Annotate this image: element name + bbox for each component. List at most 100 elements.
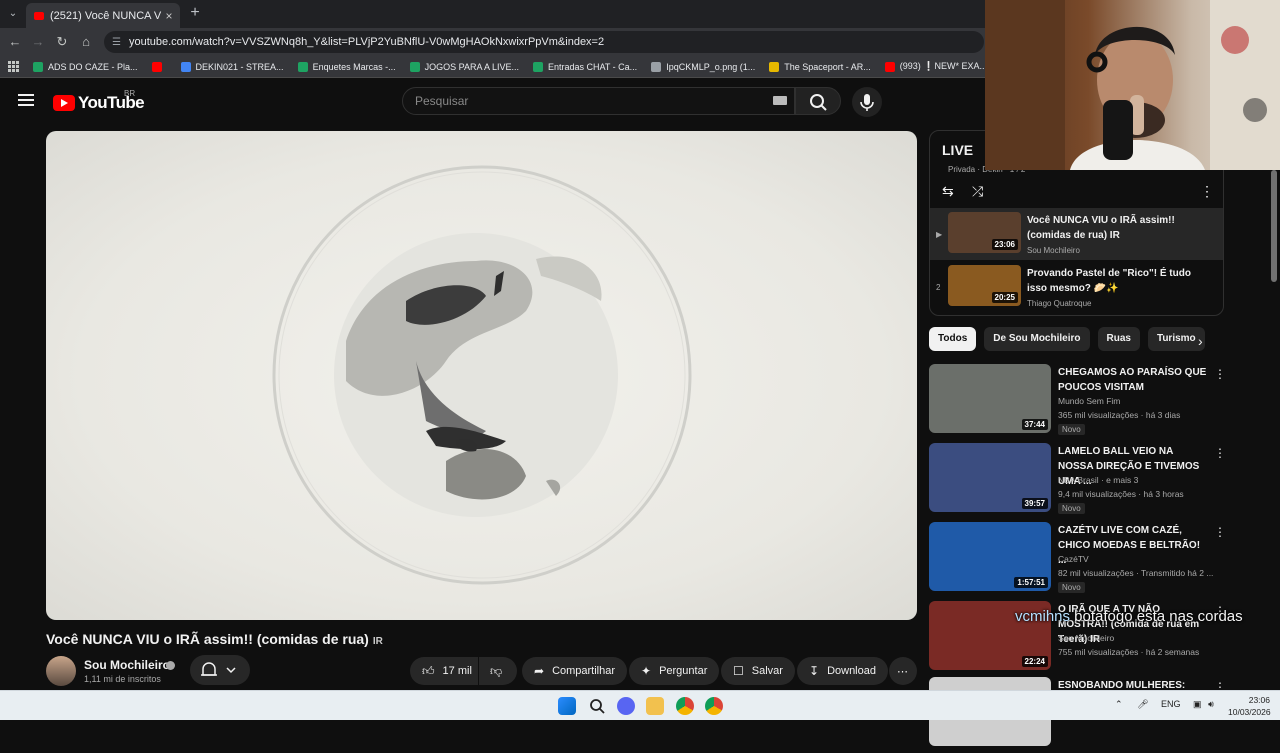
browser-tab-active[interactable]: (2521) Você NUNCA VIU o IRÃ assim!! (com… [26,3,180,28]
bookmark-item[interactable]: Enquetes Marcas -... [297,61,396,72]
system-clock[interactable]: 23:06 10/03/2026 [1228,694,1271,718]
filter-chip[interactable]: Turismo [1147,327,1205,351]
address-bar[interactable]: ☰ youtube.com/watch?v=VVSZWNq8h_Y&list=P… [104,31,984,53]
verified-icon [166,661,175,670]
apps-grid-icon[interactable] [8,60,19,73]
video-thumbnail[interactable]: 37:44 [929,364,1051,433]
recommended-channel[interactable]: Sou Mochileiro [1058,633,1114,643]
ask-button[interactable]: ✦ Perguntar [629,657,720,685]
new-tab-button[interactable]: + [186,4,204,22]
dislike-button[interactable]: 👎︎ [479,657,517,685]
file-explorer-icon[interactable] [646,697,664,715]
playlist-title[interactable]: LIVE [942,142,973,158]
loop-icon[interactable]: ⇆ [942,183,954,200]
channel-name[interactable]: Sou Mochileiro [84,658,170,672]
video-player[interactable] [46,131,917,620]
filter-chip[interactable]: Ruas [1097,327,1140,351]
close-tab-icon[interactable]: × [162,9,176,23]
recommended-channel[interactable]: CazéTV [1058,554,1089,564]
more-actions-button[interactable]: ⋯ [889,657,917,685]
recommended-title[interactable]: CHEGAMOS AO PARAÍSO QUE POUCOS VISITAM [1058,365,1208,395]
bookmark-item[interactable]: ADS DO CAZE - Pla... [33,61,138,72]
playlist-thumbnail[interactable]: 20:25 [948,265,1021,306]
share-label: Compartilhar [552,665,616,677]
channel-avatar[interactable] [46,656,76,686]
network-icon[interactable]: ▣ [1193,699,1202,709]
thumbs-down-icon: 👎︎ [490,663,503,678]
playlist-item-channel[interactable]: Thiago Quatroque [1027,299,1092,308]
page-scrollbar[interactable] [1271,170,1277,282]
site-info-icon[interactable]: ☰ [112,37,121,48]
recommended-channel[interactable]: NBA Brasil · e mais 3 [1058,475,1138,485]
youtube-favicon-icon [34,11,44,20]
more-vertical-icon[interactable]: ⋮ [1214,367,1226,381]
recommended-stats: 365 mil visualizações · há 3 dias [1058,410,1181,420]
chevron-right-icon[interactable]: › [1198,333,1203,349]
playlist-item-title[interactable]: Você NUNCA VIU o IRÃ assim!! (comidas de… [1027,213,1205,243]
search-input[interactable]: Pesquisar [402,87,795,115]
bookmark-label: (993) ❕NEW* EXA... [899,61,985,71]
bookmark-item[interactable]: Entradas CHAT - Ca... [532,61,638,72]
video-title-badge: IR [372,636,383,647]
shuffle-icon[interactable]: ⤮ [972,183,983,200]
share-icon: ➦ [534,664,545,678]
chevron-up-icon[interactable]: ⌃ [1115,699,1123,709]
recommended-channel[interactable]: Mundo Sem Fim [1058,396,1120,406]
playlist-item[interactable]: 2 20:25 Provando Pastel de "Rico"! É tudo … [930,261,1223,313]
save-button[interactable]: ☐ Salvar [721,657,795,685]
bookmark-label: ADS DO CAZE - Pla... [48,61,138,72]
subscription-bell-button[interactable] [190,655,250,685]
like-button[interactable]: 👍︎ 17 mil [410,657,478,685]
bookmark-favicon-icon [769,61,780,72]
language-indicator[interactable]: ENG [1161,699,1181,709]
chat-username: vcmihns [1015,608,1071,625]
discord-icon[interactable] [617,697,635,715]
tab-search-icon[interactable]: ⌄ [4,5,22,23]
video-thumbnail[interactable]: 39:57 [929,443,1051,512]
recommended-video[interactable]: 37:44 CHEGAMOS AO PARAÍSO QUE POUCOS VISI… [929,364,1229,440]
system-tray[interactable]: ⌃ 🎤︎ ENG ▣ 🔊︎ [1115,699,1214,710]
filter-chip[interactable]: Todos [929,327,977,351]
home-icon[interactable]: ⌂ [76,32,96,52]
download-button[interactable]: ↧ Download [797,657,888,685]
chrome-profile-icon[interactable] [705,697,723,715]
playlist-thumbnail[interactable]: 23:06 [948,212,1021,253]
tab-title: (2521) Você NUNCA VIU o IRÃ assim!! (com… [50,9,162,22]
bookmark-item[interactable]: (993) ❕NEW* EXA... [884,61,985,72]
bookmark-item[interactable]: JOGOS PARA A LIVE... [409,61,519,72]
playlist-more-icon[interactable]: ⋮ [1200,183,1214,200]
forward-icon[interactable]: → [28,32,48,52]
youtube-play-logo-icon [53,95,75,111]
bookmark-item[interactable]: The Spaceport - AR... [769,61,871,72]
reload-icon[interactable]: ↻ [52,32,72,52]
microphone-icon [860,94,874,111]
bookmark-label: Entradas CHAT - Ca... [547,61,638,72]
chat-overlay-message: vcmihns botafogo esta nas cordas [1015,608,1243,625]
recommended-video[interactable]: 1:57:51 CAZÉTV LIVE COM CAZÉ, CHICO MOEDA… [929,522,1229,598]
chrome-icon[interactable] [676,697,694,715]
bookmark-label: Enquetes Marcas -... [312,61,396,72]
share-button[interactable]: ➦ Compartilhar [522,657,628,685]
menu-icon[interactable] [18,94,34,106]
back-icon[interactable]: ← [5,32,25,52]
video-thumbnail[interactable]: 1:57:51 [929,522,1051,591]
bookmark-item[interactable]: IpqCKMLP_o.png (1... [651,61,755,72]
windows-start-icon[interactable] [558,697,576,715]
more-vertical-icon[interactable]: ⋮ [1214,525,1226,539]
bookmark-item[interactable]: DEKIN021 - STREA... [180,61,284,72]
tray-mic-icon[interactable]: 🎤︎ [1137,699,1148,709]
keyboard-icon[interactable] [773,96,787,105]
recommended-video[interactable]: 39:57 LAMELO BALL VEIO NA NOSSA DIREÇÃO E… [929,443,1229,519]
playlist-item-title[interactable]: Provando Pastel de "Rico"! É tudo isso m… [1027,266,1205,296]
bookmark-item[interactable] [151,61,167,72]
voice-search-button[interactable] [852,87,882,117]
taskbar-search-icon[interactable] [588,697,606,715]
recommended-stats: 82 mil visualizações · Transmitido há 2 … [1058,568,1214,578]
playlist-item[interactable]: ▶ 23:06 Você NUNCA VIU o IRÃ assim!! (comi… [930,208,1223,260]
playlist-item-channel[interactable]: Sou Mochileiro [1027,246,1080,255]
volume-icon[interactable]: 🔊︎ [1208,699,1214,709]
filter-chip[interactable]: De Sou Mochileiro [984,327,1090,351]
browser-tab-strip: ⌄ (2521) Você NUNCA VIU o IRÃ assim!! (c… [0,0,985,28]
more-vertical-icon[interactable]: ⋮ [1214,446,1226,460]
search-button[interactable] [795,87,841,115]
